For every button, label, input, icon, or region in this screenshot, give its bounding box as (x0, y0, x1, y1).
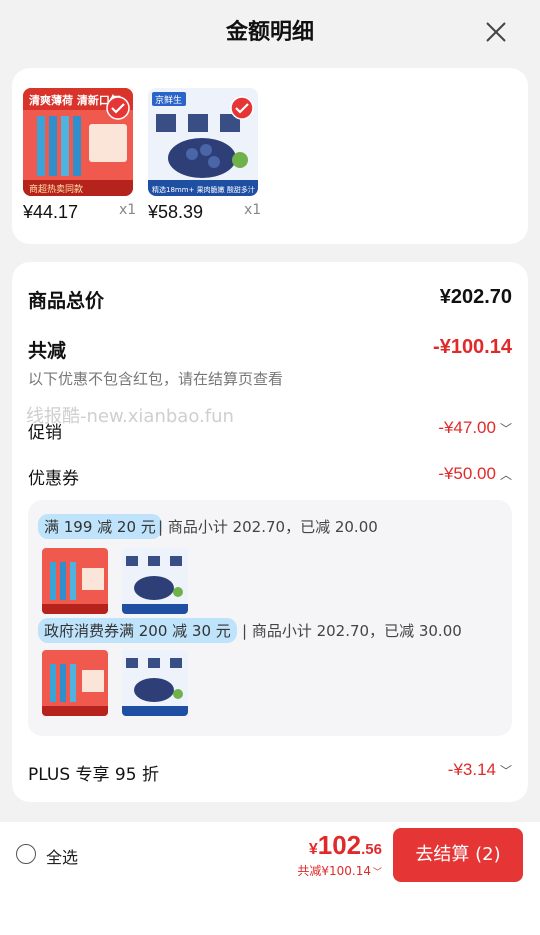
chevron-down-icon: ﹀ (372, 868, 382, 878)
coupon-details: 满 199 减 20 元 | 商品小计 202.70，已减 20.00 政府消费… (28, 500, 512, 736)
product-thumbnail (42, 548, 108, 614)
product-qty: x1 (119, 202, 137, 218)
chevron-down-icon: ﹀ (499, 422, 512, 437)
plus-row[interactable]: -¥3.14 ﹀ (448, 760, 512, 780)
price-integer: 102 (317, 830, 362, 860)
select-all-radio[interactable] (16, 844, 36, 864)
price-decimal: .56 (361, 841, 382, 858)
promo-row[interactable]: -¥47.00 ﹀ (438, 418, 512, 438)
discount-note: 以下优惠不包含红包，请在结算页查看 (28, 370, 284, 388)
coupon-row[interactable]: -¥50.00 ︿ (438, 464, 512, 484)
total-value: ¥202.70 (439, 286, 512, 308)
checkout-button[interactable]: 去结算 (2) (393, 828, 523, 882)
promo-value: -¥47.00 (438, 418, 496, 437)
checkout-bar: 全选 ¥102.56 共减¥100.14 ﹀ 去结算 (2) (0, 822, 540, 935)
product-thumbnail (122, 650, 188, 716)
discount-value: -¥100.14 (433, 336, 512, 358)
product-price: ¥58.39 (148, 202, 204, 222)
product-card: 清爽薄荷 清新口气 商超热卖同款 ¥44.17 x1 京鲜生 精选18mm+ 果… (12, 68, 528, 244)
plus-value: -¥3.14 (447, 760, 496, 779)
product-promo-text: 商超热卖同款 (29, 183, 83, 195)
product-thumbnail (122, 548, 188, 614)
currency-symbol: ¥ (308, 841, 318, 858)
coupon-value: -¥50.00 (438, 464, 496, 483)
sheet-header: 金额明细 (0, 0, 540, 64)
total-label: 商品总价 (28, 290, 105, 312)
product-qty: x1 (244, 202, 262, 218)
product-brand-text: 京鲜生 (155, 94, 182, 106)
watermark: 线报酷-new.xianbao.fun (26, 406, 234, 427)
saved-text: 共减¥100.14 (297, 864, 371, 878)
chevron-down-icon: ﹀ (499, 764, 512, 779)
saved-amount[interactable]: 共减¥100.14 ﹀ (297, 862, 382, 879)
coupon-note: | 商品小计 202.70，已减 30.00 (242, 622, 462, 640)
selected-check-icon[interactable] (230, 96, 254, 120)
product-caption-text: 精选18mm+ 果肉脆嫩 酸甜多汁 (152, 185, 255, 194)
discount-label: 共减 (28, 340, 67, 362)
coupon-note: | 商品小计 202.70，已减 20.00 (158, 518, 378, 536)
product-price: ¥44.17 (23, 202, 79, 222)
select-all-label[interactable]: 全选 (46, 844, 78, 868)
product-thumbnail (42, 650, 108, 716)
coupon-tag: 政府消费券满 200 减 30 元 (38, 618, 237, 643)
selected-check-icon[interactable] (106, 96, 130, 120)
summary-card: 商品总价 ¥202.70 共减 -¥100.14 以下优惠不包含红包，请在结算页… (12, 262, 528, 802)
page-title: 金额明细 (225, 20, 314, 45)
close-icon[interactable] (482, 18, 510, 46)
plus-label: PLUS 专享 95 折 (28, 765, 159, 785)
coupon-label: 优惠券 (28, 469, 79, 489)
final-price: ¥102.56 (309, 830, 382, 861)
chevron-up-icon: ︿ (499, 468, 512, 483)
coupon-tag: 满 199 减 20 元 (38, 514, 162, 539)
